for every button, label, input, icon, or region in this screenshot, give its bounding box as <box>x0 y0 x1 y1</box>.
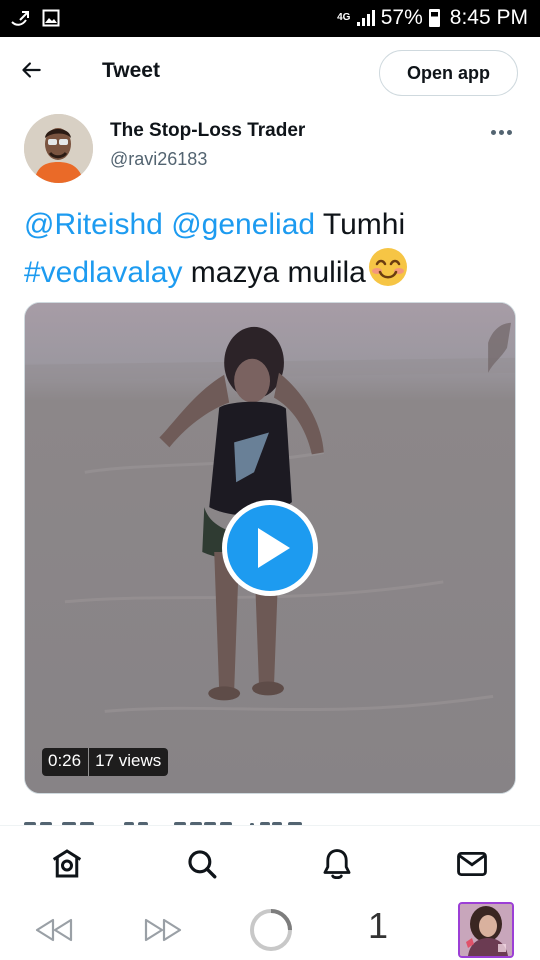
app-header: Tweet Open app <box>0 37 540 111</box>
smiling-face-emoji-icon <box>367 246 409 300</box>
tab-search[interactable] <box>182 844 222 884</box>
tab-notifications[interactable] <box>317 844 357 884</box>
status-bar: 4G 57% 8:45 PM <box>0 0 540 37</box>
mention-link[interactable]: @Riteishd <box>24 208 163 241</box>
video-info-badges: 0:26 17 views <box>42 748 169 776</box>
usb-tethering-icon <box>11 11 29 26</box>
search-icon <box>188 850 217 879</box>
arrow-left-icon <box>22 62 41 78</box>
avatar[interactable] <box>24 114 93 183</box>
browser-forward-button[interactable] <box>143 918 183 947</box>
tab-switcher-thumbnail[interactable] <box>458 902 514 958</box>
hashtag-link[interactable]: #vedlavalay <box>24 256 182 289</box>
tab-count[interactable]: 1 <box>364 905 392 947</box>
tweet-text-segment: Tumhi <box>322 208 406 241</box>
author-display-name[interactable]: The Stop-Loss Trader <box>110 120 305 142</box>
tweet-meta-clipped-text <box>24 822 302 826</box>
bell-icon <box>323 849 351 880</box>
avatar-photo <box>24 114 93 183</box>
fast-forward-icon <box>144 918 182 942</box>
gallery-icon <box>42 9 60 27</box>
back-button[interactable] <box>18 57 58 91</box>
clock: 8:45 PM <box>449 6 528 29</box>
browser-reload-button[interactable] <box>248 907 294 958</box>
bottom-tab-bar <box>0 826 540 898</box>
status-bar-notifications <box>10 8 60 28</box>
mention-link[interactable]: @geneliad <box>171 208 315 241</box>
open-app-button[interactable]: Open app <box>379 50 518 96</box>
status-bar-system: 4G 57% 8:45 PM <box>337 6 528 30</box>
network-type: 4G <box>337 12 351 23</box>
signal-icon <box>356 10 375 26</box>
rewind-icon <box>35 918 73 942</box>
page-title: Tweet <box>102 59 160 82</box>
video-views: 17 views <box>88 748 168 776</box>
play-button[interactable] <box>220 498 320 598</box>
tab-thumbnail-image <box>460 904 512 956</box>
mail-icon <box>457 851 487 877</box>
tab-messages[interactable] <box>452 844 492 884</box>
home-icon <box>52 849 82 878</box>
author-handle[interactable]: @ravi26183 <box>110 149 207 170</box>
more-options-button[interactable] <box>486 122 516 142</box>
browser-back-button[interactable] <box>34 918 74 947</box>
tweet-text: @Riteishd @geneliad Tumhi #vedlavalay ma… <box>24 204 519 300</box>
loading-spinner-icon <box>250 909 292 951</box>
play-icon <box>222 500 318 596</box>
more-options-icon <box>490 129 496 135</box>
battery-percent: 57% <box>380 6 423 29</box>
tweet-text-segment: mazya mulila <box>190 256 366 289</box>
battery-icon <box>428 9 440 27</box>
tweet-meta-line-clipped <box>24 812 540 826</box>
video-duration: 0:26 <box>48 751 82 770</box>
tab-home[interactable] <box>47 844 87 884</box>
video-player[interactable]: 0:26 17 views <box>24 302 516 794</box>
